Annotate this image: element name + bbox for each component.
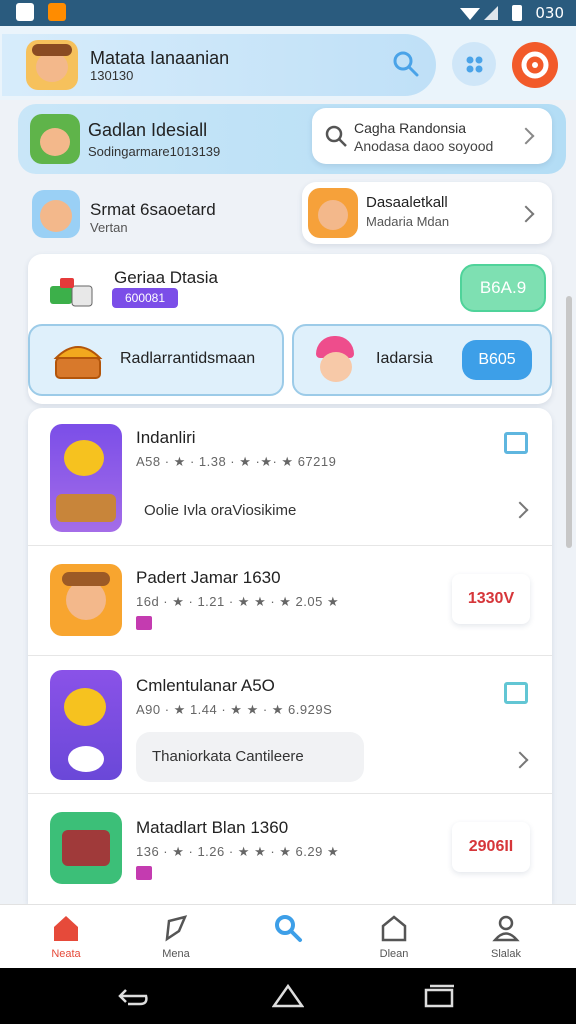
gear-icon: [521, 51, 549, 79]
app-subtitle: 130130: [90, 68, 134, 83]
category-left-title: Srmat 6saoetard: [90, 200, 216, 219]
nav-menu-label: Mena: [162, 948, 190, 960]
category-right-title: Dasaaletkall: [366, 194, 448, 211]
nav-home[interactable]: Neata: [26, 913, 106, 960]
item-icon: [50, 812, 122, 884]
list-item[interactable]: Matadlart Blan 1360 136 · ★ · 1.26 · ★ ★…: [28, 794, 552, 904]
item-rating: 136 · ★ · 1.26 · ★ ★ · ★ 6.29 ★: [136, 844, 340, 859]
status-bar: 030: [0, 0, 576, 26]
promo-button[interactable]: B6A.9: [460, 264, 546, 312]
nav-home-label: Neata: [51, 948, 81, 960]
category-left[interactable]: Srmat 6saoetard Vertan: [30, 186, 290, 244]
item-checkbox[interactable]: [504, 682, 528, 704]
search-line1: Cagha Randonsia: [354, 120, 467, 136]
tile-left[interactable]: Radlarrantidsmaan: [28, 324, 284, 396]
notification-icon: [48, 3, 66, 21]
category-right-avatar: [308, 188, 358, 238]
promo-card: Geriaa Dtasia 600081 B6A.9 Radlarrantids…: [28, 254, 552, 404]
item-rating: A58 · ★ · 1.38 · ★ ·★· ★ 67219: [136, 454, 337, 469]
app-title: Matata Ianaanian: [90, 48, 230, 68]
item-desc-pill[interactable]: Thaniorkata Cantileere: [136, 732, 364, 782]
home-icon: [54, 916, 78, 941]
chevron-right-icon[interactable]: [511, 751, 529, 769]
settings-button[interactable]: [512, 42, 558, 88]
recents-icon[interactable]: [422, 984, 458, 1008]
bottom-nav: Neata Mena Dlean Slalak: [0, 904, 576, 968]
scrollbar[interactable]: [566, 296, 572, 548]
banner-title: Gadlan Idesiall: [88, 120, 208, 140]
item-price-button[interactable]: 2906II: [452, 822, 530, 872]
nav-profile-label: Slalak: [491, 948, 521, 960]
edit-icon: [165, 915, 188, 942]
gem-icon: [136, 866, 152, 880]
featured-banner[interactable]: Gadlan Idesiall Sodingarmare1013139 Cagh…: [18, 104, 566, 174]
grid-icon: [466, 56, 483, 73]
header-bar: Matata Ianaanian 130130: [2, 34, 436, 96]
status-time: 030: [535, 4, 564, 22]
search-icon[interactable]: [392, 50, 420, 78]
nav-updates-label: Dlean: [379, 948, 409, 960]
chevron-right-icon[interactable]: [511, 501, 529, 519]
item-icon: [50, 564, 122, 636]
wifi-icon: [460, 6, 498, 20]
search-icon: [275, 915, 302, 942]
search-field[interactable]: Cagha Randonsia Anodasa daoo soyood: [312, 108, 552, 164]
tile-right-avatar: [310, 332, 362, 388]
chevron-right-icon: [517, 205, 535, 223]
category-right[interactable]: Dasaaletkall Madaria Mdan: [302, 182, 552, 244]
item-rating: A90 · ★ 1.44 · ★ ★ · ★ 6.929S: [136, 702, 333, 717]
item-rating: 16d · ★ · 1.21 · ★ ★ · ★ 2.05 ★: [136, 594, 340, 609]
item-icon: [50, 424, 122, 532]
nav-search[interactable]: [248, 913, 328, 948]
category-right-sub: Madaria Mdan: [366, 214, 450, 229]
gem-icon: [136, 616, 152, 630]
item-title: Cmlentulanar A5O: [136, 676, 275, 695]
category-left-sub: Vertan: [90, 220, 128, 235]
tile-right-button[interactable]: B605: [462, 340, 532, 380]
tile-right[interactable]: Iadarsia B605: [292, 324, 552, 396]
nav-profile[interactable]: Slalak: [466, 913, 546, 960]
item-price-button[interactable]: 1330V: [452, 574, 530, 624]
gallery-icon: [16, 3, 34, 21]
back-icon[interactable]: [116, 984, 152, 1010]
nav-menu[interactable]: Mena: [136, 913, 216, 960]
battery-icon: [512, 5, 522, 21]
user-icon: [492, 915, 520, 942]
home-nav-icon[interactable]: [272, 982, 304, 1010]
tile-right-label: Iadarsia: [376, 350, 433, 367]
item-desc: Oolie Ivla oraViosikime: [144, 502, 297, 519]
item-title: Padert Jamar 1630: [136, 568, 281, 587]
item-desc: Thaniorkata Cantileere: [152, 748, 304, 765]
promo-badge: 600081: [112, 288, 178, 308]
banner-avatar: [30, 114, 80, 164]
item-checkbox[interactable]: [504, 432, 528, 454]
apps-grid-button[interactable]: [452, 42, 496, 86]
list-item[interactable]: Padert Jamar 1630 16d · ★ · 1.21 · ★ ★ ·…: [28, 546, 552, 656]
promo-title: Geriaa Dtasia: [114, 268, 218, 287]
category-avatar: [32, 190, 80, 238]
item-title: Indanliri: [136, 428, 196, 447]
search-line2: Anodasa daoo soyood: [354, 138, 494, 154]
nav-updates[interactable]: Dlean: [354, 913, 434, 960]
banner-subtitle: Sodingarmare1013139: [88, 144, 221, 159]
house-outline-icon: [381, 915, 407, 942]
item-icon: [50, 670, 122, 780]
dice-icon: [50, 278, 93, 307]
chevron-right-icon: [517, 127, 535, 145]
item-title: Matadlart Blan 1360: [136, 818, 289, 837]
treasure-icon: [53, 346, 103, 379]
search-icon: [325, 125, 347, 147]
app-avatar: [26, 40, 78, 90]
system-nav-bar: [0, 968, 576, 1024]
list-item[interactable]: Indanliri A58 · ★ · 1.38 · ★ ·★· ★ 67219…: [28, 412, 552, 546]
tile-left-label: Radlarrantidsmaan: [120, 350, 256, 367]
list-item[interactable]: Cmlentulanar A5O A90 · ★ 1.44 · ★ ★ · ★ …: [28, 656, 552, 794]
